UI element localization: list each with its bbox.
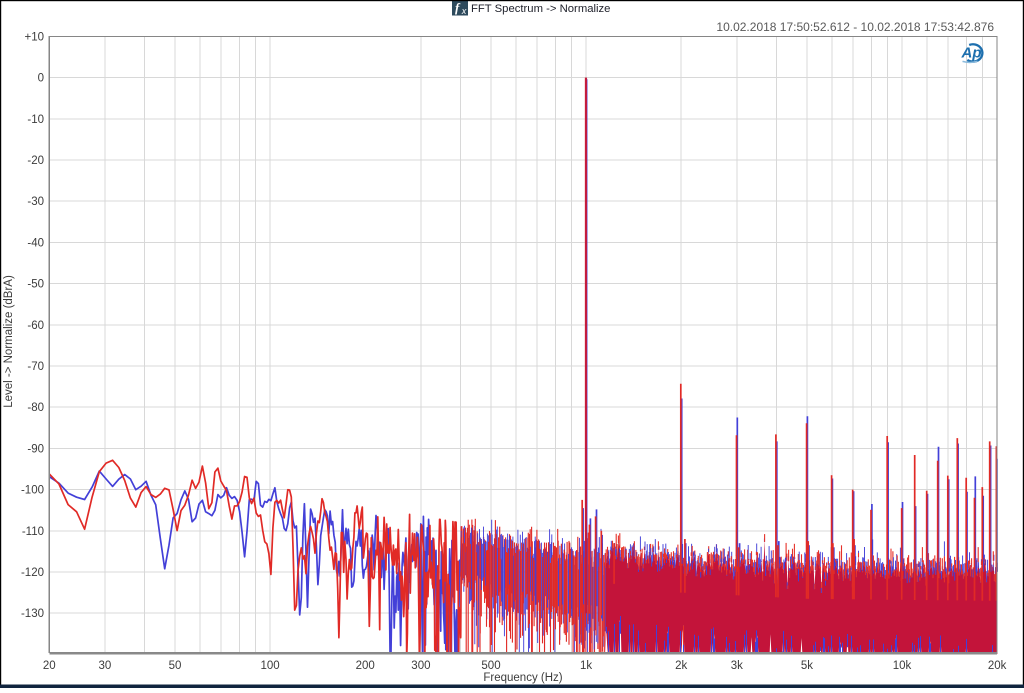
svg-text:20k: 20k [988,660,1007,672]
svg-text:1k: 1k [580,660,592,672]
svg-text:200: 200 [356,660,375,672]
svg-text:-60: -60 [27,320,44,332]
svg-text:-130: -130 [21,608,44,620]
svg-text:30: 30 [99,660,112,672]
svg-text:Frequency (Hz): Frequency (Hz) [483,672,562,684]
svg-text:-80: -80 [27,402,44,414]
svg-text:+10: +10 [24,31,44,43]
svg-text:Ap: Ap [961,45,982,62]
svg-text:2k: 2k [675,660,687,672]
svg-text:Level -> Normalize (dBrA): Level -> Normalize (dBrA) [3,275,15,408]
svg-text:-90: -90 [27,443,44,455]
svg-text:100: 100 [261,660,280,672]
svg-text:-70: -70 [27,361,44,373]
svg-text:x: x [461,6,467,16]
svg-text:300: 300 [411,660,430,672]
svg-text:-110: -110 [22,526,44,538]
svg-text:-10: -10 [27,114,44,126]
svg-text:0: 0 [38,73,44,85]
svg-text:3k: 3k [731,660,743,672]
svg-text:-120: -120 [21,567,44,579]
svg-text:FFT Spectrum -> Normalize: FFT Spectrum -> Normalize [471,3,610,15]
svg-text:-100: -100 [21,485,44,497]
svg-text:500: 500 [481,660,500,672]
svg-text:20: 20 [43,660,56,672]
svg-text:10k: 10k [893,660,912,672]
svg-text:-40: -40 [27,237,44,249]
svg-text:10.02.2018 17:50:52.612 - 10.0: 10.02.2018 17:50:52.612 - 10.02.2018 17:… [716,20,994,34]
svg-text:-50: -50 [27,279,44,291]
svg-text:-20: -20 [27,155,44,167]
svg-text:5k: 5k [801,660,813,672]
svg-text:50: 50 [169,660,182,672]
svg-text:-30: -30 [27,196,44,208]
